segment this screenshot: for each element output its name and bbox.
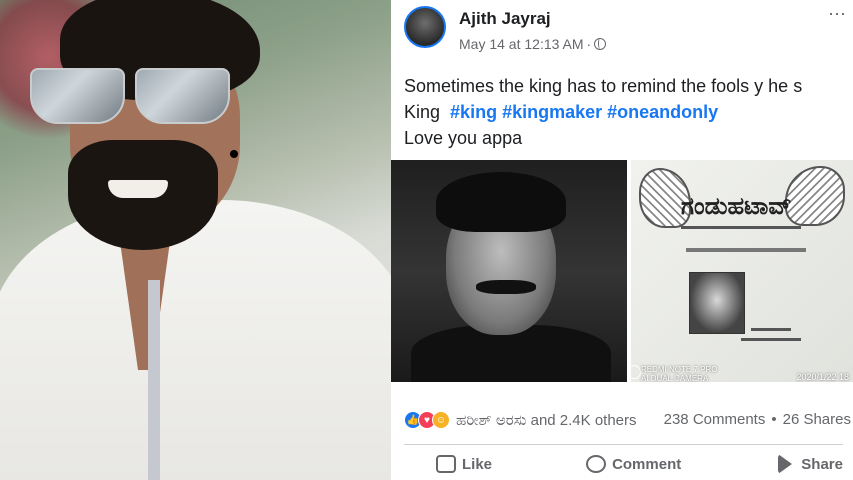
share-button[interactable]: Share: [775, 454, 843, 474]
post-text-king: King: [404, 102, 441, 122]
white-shirt: [0, 200, 391, 480]
post-image-2[interactable]: ಗಂಡುಹಟಾವ್ REDMI NOTE 7 PRO AI DUAL CAMER…: [631, 160, 853, 382]
left-lens: [30, 68, 125, 124]
man-hair: [436, 172, 566, 232]
like-label: Like: [462, 455, 493, 473]
author-avatar[interactable]: [404, 6, 446, 48]
post-text-line1: Sometimes the king has to remind the foo…: [404, 76, 803, 96]
portrait-caption-2: [741, 338, 801, 341]
reaction-names: ಹರೀಶ್ ಅರಸು and 2.4K others: [456, 411, 637, 429]
moustache: [476, 280, 536, 294]
post-meta: May 14 at 12:13 AM ·: [459, 36, 607, 52]
sunglasses: [30, 68, 230, 124]
tiger-right-illustration: [785, 166, 845, 226]
caption-line: [686, 248, 806, 252]
right-lens: [135, 68, 230, 124]
share-label: Share: [801, 455, 843, 473]
phone-watermark: REDMI NOTE 7 PRO AI DUAL CAMERA: [641, 365, 717, 382]
comments-count[interactable]: 238 Comments: [664, 411, 766, 428]
smile: [108, 180, 168, 198]
action-bar: Like Comment Share: [391, 454, 853, 474]
hashtag-kingmaker[interactable]: #kingmaker: [502, 102, 602, 122]
like-button[interactable]: Like: [436, 455, 492, 473]
meta-separator: ·: [586, 36, 592, 52]
thumbs-up-icon: [436, 455, 456, 473]
phone-watermark-line2: AI DUAL CAMERA: [641, 374, 709, 382]
shares-count[interactable]: 26 Shares: [783, 411, 851, 428]
globe-icon: [594, 38, 607, 50]
care-reaction-icon: ☺: [432, 411, 450, 429]
share-icon: [778, 454, 793, 474]
profile-photo-left: [0, 0, 391, 480]
post-timestamp[interactable]: May 14 at 12:13 AM: [459, 36, 584, 52]
portrait-photo: [689, 272, 745, 334]
count-separator: •: [771, 411, 777, 428]
date-watermark: 2020/1/22 18: [796, 372, 849, 382]
comment-label: Comment: [612, 455, 682, 473]
more-options-icon[interactable]: ⋯: [828, 4, 847, 25]
kannada-title: ಗಂಡುಹಟಾವ್: [681, 192, 792, 220]
shirt-placket: [148, 280, 160, 480]
camera-logo-icon: [631, 365, 641, 379]
comment-icon: [586, 455, 607, 473]
portrait-caption-1: [751, 328, 791, 331]
post-image-1[interactable]: [391, 160, 627, 382]
post-text: Sometimes the king has to remind the foo…: [404, 73, 844, 151]
facebook-post: Ajith Jayraj May 14 at 12:13 AM · ⋯ Some…: [391, 0, 853, 480]
hashtag-oneandonly[interactable]: #oneandonly: [607, 102, 718, 122]
phone-watermark-line1: REDMI NOTE 7 PRO: [641, 365, 718, 374]
reaction-icons: 👍 ♥ ☺: [404, 411, 450, 429]
divider: [404, 444, 843, 445]
post-text-line3: Love you appa: [404, 128, 523, 148]
title-underline: [681, 226, 801, 229]
reactions-summary[interactable]: 👍 ♥ ☺ ಹರೀಶ್ ಅರಸು and 2.4K others: [404, 411, 637, 429]
hashtag-king[interactable]: #king: [450, 102, 497, 122]
earring: [230, 150, 238, 158]
engagement-counts: 238 Comments • 26 Shares: [664, 411, 851, 428]
comment-button[interactable]: Comment: [586, 455, 681, 473]
post-text-line2: King #king #kingmaker #oneandonly: [404, 99, 844, 125]
author-name[interactable]: Ajith Jayraj: [459, 9, 551, 29]
